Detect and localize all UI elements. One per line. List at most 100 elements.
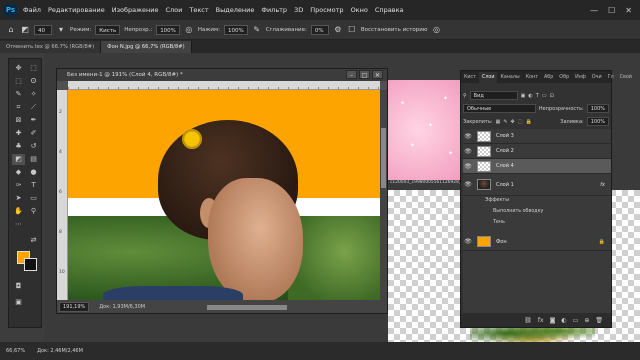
airbrush-icon[interactable]: ✎ [252,25,262,35]
move-tool-icon[interactable]: ✥ [12,63,25,74]
smoothing-field[interactable]: 0% [310,24,329,35]
menu-3d[interactable]: 3D [294,6,303,14]
menu-filter[interactable]: Фильтр [261,6,287,14]
crop-tool-icon[interactable]: ⌗ [12,102,25,113]
brush-size-field[interactable]: 40 [34,24,52,35]
history-checkbox[interactable]: ☐ [347,25,357,35]
tab-channels[interactable]: Каналы [497,72,522,83]
gear-icon[interactable]: ⚙ [333,25,343,35]
vertical-scrollbar[interactable] [380,90,387,300]
tab-queue[interactable]: Очи [589,72,605,83]
pressure-field[interactable]: 100% [223,24,248,35]
effect-stroke[interactable]: Выполнить обводку [493,209,543,214]
tab-layers[interactable]: Слои [478,72,498,83]
fx-icon[interactable]: fx [538,317,544,324]
frame-tool-icon[interactable]: ⊠ [12,115,25,126]
doc-minimize-button[interactable]: – [346,70,357,79]
eye-icon[interactable]: 👁 [463,148,473,155]
lock-position-icon[interactable]: ✥ [511,119,515,125]
opacity-field[interactable]: 100% [156,24,180,35]
pressure-opacity-icon[interactable]: ◎ [184,25,194,35]
menu-file[interactable]: Файл [23,6,41,14]
adjustment-icon[interactable]: ◐ [561,317,566,324]
tab-paths[interactable]: Конт [523,72,541,83]
doc-close-button[interactable]: ✕ [372,70,383,79]
filter-smart-icon[interactable]: ⊡ [550,93,554,99]
tab-glyphs[interactable]: Гл [605,72,617,83]
effects-label[interactable]: Эффекты [485,198,509,203]
mode-select[interactable]: Кисть [95,24,121,35]
eye-icon[interactable]: 👁 [463,238,473,245]
group-icon[interactable]: ▭ [573,317,579,324]
gradient-tool-icon[interactable]: ▤ [27,154,40,165]
hand-tool-icon[interactable]: ✋ [12,206,25,217]
document-info[interactable]: Док: 1,93М/6,30М [99,304,145,310]
tab-brushes[interactable]: Кист [461,72,479,83]
maximize-button[interactable]: ☐ [608,6,615,15]
layer-row-4-selected[interactable]: 👁 Слой 4 [463,159,611,174]
menu-select[interactable]: Выделение [216,6,255,14]
healing-brush-tool-icon[interactable]: ✚ [12,128,25,139]
artboard-tool-icon[interactable]: ⬚ [27,63,40,74]
doc-maximize-button[interactable]: □ [359,70,370,79]
brush-tool-icon[interactable]: ✐ [27,128,40,139]
new-layer-icon[interactable]: ⊕ [584,317,589,324]
pen-tool-icon[interactable]: ✑ [12,180,25,191]
quick-select-tool-icon[interactable]: ✎ [12,89,25,100]
lock-all-icon[interactable]: 🔒 [525,119,531,125]
blend-mode-select[interactable]: Обычные [463,104,536,113]
close-button[interactable]: ✕ [625,6,632,15]
vertical-scroll-thumb[interactable] [381,128,386,188]
tab-samples[interactable]: Обр [556,72,572,83]
screen-mode-icon[interactable]: ▣ [12,297,25,308]
background-color-swatch[interactable] [24,258,37,271]
lasso-tool-icon[interactable]: ʘ [27,76,40,87]
path-select-tool-icon[interactable]: ➤ [12,193,25,204]
quick-mask-icon[interactable]: ◘ [12,281,25,292]
fx-icon[interactable]: fx [600,182,605,188]
filter-adjust-icon[interactable]: ◐ [528,93,532,99]
opacity-field[interactable]: 100% [586,104,609,113]
minimize-button[interactable]: — [590,6,598,15]
status-zoom[interactable]: 66,67% [6,348,25,354]
magic-wand-tool-icon[interactable]: ✧ [27,89,40,100]
doc-tab[interactable]: Отменить.tex @ 66.7% (RGB/8#) [0,41,102,53]
layer-row-1[interactable]: 👁 Слой 1 fx [463,174,611,196]
filter-shape-icon[interactable]: ▭ [542,93,547,99]
eye-icon[interactable]: 👁 [463,181,473,188]
filter-type-icon[interactable]: T [536,93,539,99]
menu-edit[interactable]: Редактирование [48,6,105,14]
mask-icon[interactable]: ◙ [550,317,556,324]
status-doc-info[interactable]: Док: 2,46М/2,46М [37,348,83,354]
eye-icon[interactable]: 👁 [463,133,473,140]
marquee-tool-icon[interactable]: ⬚ [12,76,25,87]
eraser-tool-icon[interactable]: ◩ [20,25,30,35]
dodge-tool-icon[interactable]: ● [27,167,40,178]
brush-settings-icon[interactable]: ▾ [56,25,66,35]
eye-icon[interactable]: 👁 [463,163,473,170]
menu-window[interactable]: Окно [351,6,368,14]
zoom-tool-icon[interactable]: ⚲ [27,206,40,217]
menu-image[interactable]: Изображение [112,6,159,14]
effect-shadow[interactable]: Тень [493,220,505,225]
doc-tab-active[interactable]: Фон N.jpg @ 66,7% (RGB/8#) [101,41,192,53]
link-icon[interactable]: ⛓ [524,317,532,324]
trash-icon[interactable]: 🗑 [595,317,603,324]
tab-properties[interactable]: Свой [617,72,635,83]
type-tool-icon[interactable]: T [27,180,40,191]
fill-field[interactable]: 100% [586,117,609,126]
filter-image-icon[interactable]: ▣ [521,93,526,99]
lock-artboard-icon[interactable]: ⬚ [518,119,523,125]
history-brush-tool-icon[interactable]: ↺ [27,141,40,152]
eyedropper-tool-icon[interactable]: ✒ [27,115,40,126]
shape-tool-icon[interactable]: ▭ [27,193,40,204]
menu-layers[interactable]: Слои [165,6,182,14]
horizontal-scroll-thumb[interactable] [207,305,287,310]
kind-filter-select[interactable]: Вид [469,91,518,100]
layer-row-3[interactable]: 👁 Слой 3 [463,129,611,144]
layer-row-background[interactable]: 👁 Фон 🔒 [463,233,611,251]
layer-row-2[interactable]: 👁 Слой 2 [463,144,611,159]
home-icon[interactable]: ⌂ [6,25,16,35]
tab-info[interactable]: Инф [572,72,589,83]
blur-tool-icon[interactable]: ◆ [12,167,25,178]
